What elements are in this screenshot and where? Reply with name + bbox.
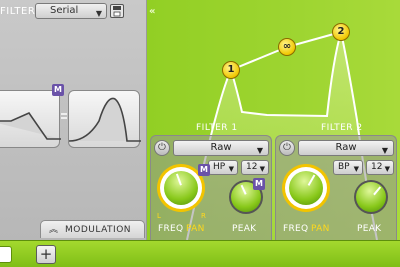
chevron-down-icon: ▼ (95, 9, 102, 18)
routing-select-value: Serial (50, 5, 79, 16)
chevron-down-icon: ▼ (353, 165, 359, 173)
filter-2-peak-knob[interactable] (354, 180, 388, 214)
add-button[interactable]: + (36, 245, 56, 264)
filter-1-title: FILTER 1 (196, 123, 238, 133)
chevron-down-icon: ▼ (384, 165, 390, 173)
filter-1-mode-select[interactable]: HP ▼ (208, 160, 238, 175)
filter-1-mode-value: HP (213, 162, 226, 172)
pan-left-label: L (157, 212, 161, 220)
pan-right-label: R (201, 212, 206, 220)
peak-label: PEAK (232, 224, 257, 234)
filter-2-type-select[interactable]: Raw ▼ (298, 140, 394, 156)
filter-2-title: FILTER 2 (321, 123, 363, 133)
filter-1-slope-select[interactable]: 12 ▼ (241, 160, 269, 175)
link-icon (61, 113, 67, 119)
preset-field[interactable] (0, 246, 12, 263)
filter-routing-panel: FILTERS Serial ▼ M ︽ MODULATION (0, 0, 147, 240)
chevron-down-icon: ▼ (228, 165, 234, 173)
modulation-badge[interactable]: M (253, 178, 265, 190)
filter-1-node[interactable]: 1 (222, 61, 240, 79)
modulation-tab[interactable]: ︽ MODULATION (40, 220, 145, 238)
chevron-down-icon: ▼ (381, 146, 388, 155)
filter-1-type-value: Raw (210, 142, 232, 153)
pan-label: PAN (186, 224, 205, 234)
filter-1-slope-value: 12 (246, 162, 258, 172)
filter-1-type-select[interactable]: Raw ▼ (173, 140, 269, 156)
chevron-down-icon: ▼ (256, 146, 263, 155)
save-icon[interactable] (110, 4, 124, 18)
filter-1-thumbnail[interactable] (0, 90, 61, 148)
freq-label: FREQ (283, 224, 309, 234)
filter-2-module: ⏻ Raw ▼ BP ▼ 12 ▼ FREQ PAN PEAK (275, 135, 397, 240)
filter-2-mode-select[interactable]: BP ▼ (333, 160, 363, 175)
filter-2-slope-value: 12 (371, 162, 383, 172)
filter-1-module: ⏻ Raw ▼ HP ▼ 12 ▼ M M L R FREQ PAN PEAK (150, 135, 272, 240)
filter-2-node[interactable]: 2 (332, 23, 350, 41)
power-icon[interactable]: ⏻ (279, 140, 295, 156)
peak-label: PEAK (357, 224, 382, 234)
collapse-icon[interactable]: « (149, 6, 155, 17)
filter-2-thumbnail[interactable] (68, 90, 141, 148)
filter-2-type-value: Raw (335, 142, 357, 153)
filter-2-slope-select[interactable]: 12 ▼ (366, 160, 394, 175)
modulation-badge[interactable]: M (198, 164, 210, 176)
chevron-up-icon: ︽ (49, 225, 59, 235)
modulation-badge[interactable]: M (52, 84, 64, 96)
filter-2-mode-value: BP (338, 162, 350, 172)
chevron-down-icon: ▼ (259, 165, 265, 173)
power-icon[interactable]: ⏻ (154, 140, 170, 156)
filter-2-freq-knob[interactable] (282, 164, 330, 212)
pan-label: PAN (311, 224, 330, 234)
link-node[interactable]: ∞ (278, 38, 296, 56)
freq-label: FREQ (158, 224, 184, 234)
modulation-tab-label: MODULATION (65, 225, 132, 235)
bottom-bar: + (0, 240, 400, 267)
routing-select[interactable]: Serial ▼ (35, 3, 107, 19)
